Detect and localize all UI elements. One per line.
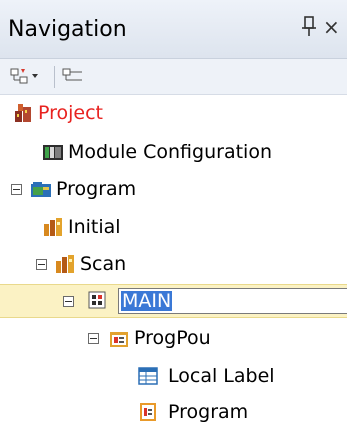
tree-item-label: Module Configuration xyxy=(68,141,272,163)
local-label-icon xyxy=(138,367,158,385)
collapse-toggle[interactable] xyxy=(63,296,74,307)
tree-item-project[interactable]: Project xyxy=(0,96,347,130)
tree-item-module-configuration[interactable]: Module Configuration xyxy=(0,135,347,169)
tree-item-label: ProgPou xyxy=(134,327,211,349)
tree-item-label: Program xyxy=(56,178,137,200)
collapse-toggle[interactable] xyxy=(88,333,99,344)
module-configuration-icon xyxy=(43,145,63,160)
scan-icon xyxy=(56,255,74,273)
tree-item-label: Project xyxy=(38,102,104,124)
tree-item-progpou[interactable]: ProgPou xyxy=(0,321,347,355)
program-file-icon xyxy=(140,403,156,421)
rename-input-text: MAIN xyxy=(121,290,173,312)
collapse-toggle[interactable] xyxy=(36,259,47,270)
navigation-tree: Project Module Configuration Program Ini… xyxy=(0,96,347,426)
collapse-all-button[interactable] xyxy=(60,64,90,88)
tree-view-options-button[interactable] xyxy=(8,64,48,88)
pin-icon[interactable] xyxy=(300,14,318,40)
tree-item-local-label[interactable]: Local Label xyxy=(0,359,347,393)
tree-item-label: Initial xyxy=(68,216,121,238)
tree-item-initial[interactable]: Initial xyxy=(0,210,347,244)
tree-item-label: Scan xyxy=(80,253,127,275)
tree-item-main[interactable]: MAIN xyxy=(0,284,347,318)
tree-item-program-file[interactable]: Program xyxy=(0,395,347,429)
progpou-icon xyxy=(110,332,128,347)
navigation-toolbar xyxy=(0,59,347,95)
project-icon xyxy=(15,104,31,122)
main-program-icon xyxy=(88,291,106,309)
tree-item-scan[interactable]: Scan xyxy=(0,247,347,281)
rename-input[interactable]: MAIN xyxy=(118,288,347,314)
panel-titlebar: Navigation × xyxy=(0,0,347,59)
program-folder-icon xyxy=(31,182,51,197)
collapse-tree-icon xyxy=(62,68,82,81)
tree-item-label: Local Label xyxy=(168,365,275,387)
collapse-toggle[interactable] xyxy=(11,184,22,195)
tree-dropdown-icon xyxy=(10,68,38,84)
close-icon[interactable]: × xyxy=(323,17,340,37)
toolbar-separator xyxy=(54,66,55,88)
tree-item-label: Program xyxy=(168,401,249,423)
panel-title: Navigation xyxy=(8,17,127,42)
tree-item-program[interactable]: Program xyxy=(0,172,347,206)
initial-icon xyxy=(44,218,62,236)
